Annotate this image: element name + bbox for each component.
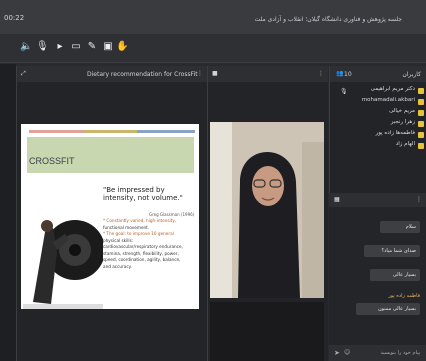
user-icon: [418, 143, 424, 149]
user-name: الهام زاد: [395, 141, 415, 147]
user-name: mohamadali.akbari: [361, 97, 415, 103]
user-item[interactable]: 🎙 دکتر مریم ابراهیمی: [334, 86, 425, 97]
users-count: 10: [344, 71, 352, 78]
speaker-icon[interactable]: 🔈: [20, 41, 32, 53]
webcam-video: [210, 122, 324, 298]
chat-message: بسیار عالی: [370, 269, 420, 281]
slide-body-line: and accuracy.: [103, 263, 132, 269]
user-item[interactable]: فاطمه‌ها زاده پور: [334, 130, 425, 141]
screen-share-icon[interactable]: ▭: [70, 41, 82, 53]
user-name: دکتر مریم ابراهیمی: [370, 86, 415, 92]
chat-header: ▦ ⋮: [329, 193, 426, 207]
video-empty-area: [210, 302, 324, 361]
mic-icon: 🎙: [340, 88, 348, 95]
send-icon[interactable]: ➤: [334, 349, 340, 357]
chat-icon: ▦: [334, 196, 340, 203]
chat-panel: ▦ ⋮ سلام صدای شما میاد؟ بسیار عالی فاطمه…: [329, 193, 426, 361]
left-edge: [0, 64, 16, 361]
users-count-icon: 👥: [336, 70, 344, 77]
chat-more-icon[interactable]: ⋮: [416, 196, 422, 203]
video-more-icon[interactable]: ⋮: [318, 70, 324, 77]
video-expand-icon[interactable]: ■: [212, 70, 218, 77]
video-header: ■ ⋮: [208, 66, 328, 82]
presentation-title: Dietary recommendation for CrossFit: [87, 71, 198, 78]
user-icon: [418, 88, 424, 94]
expand-icon[interactable]: ⤢: [21, 70, 26, 78]
users-title: کاربران: [402, 71, 421, 78]
chat-input[interactable]: پیام خود را بنویسید: [381, 350, 420, 356]
slide-body: * Constantly varied, high-intensity, fun…: [103, 218, 193, 270]
user-list: 🎙 دکتر مریم ابراهیمی mohamadali.akbari م…: [334, 86, 425, 152]
slide-quote-author: Greg Glassman (1996): [149, 212, 195, 217]
user-name: مریم خیالی: [389, 108, 415, 114]
presentation-header: ⤢ Dietary recommendation for CrossFit ⋮: [17, 66, 207, 82]
microphone-icon[interactable]: 🎙: [36, 41, 49, 53]
slide-body-line: speed, coordination, agility, balance,: [103, 257, 181, 262]
chat-message: بسیار عالی ممنون: [356, 303, 420, 315]
user-item[interactable]: مریم خیالی: [334, 108, 425, 119]
emoji-icon[interactable]: ☺: [344, 349, 350, 356]
camera-icon[interactable]: ▸: [54, 41, 66, 53]
user-icon: [418, 132, 424, 138]
chat-message: صدای شما میاد؟: [364, 245, 420, 257]
user-item[interactable]: الهام زاد: [334, 141, 425, 152]
clock-label: 00:22: [4, 14, 25, 22]
meeting-title: جلسه پژوهش و فناوری دانشگاه گیلان؛ انقلا…: [254, 16, 402, 23]
tire-flip-image: [23, 220, 103, 309]
presentation-panel: ⤢ Dietary recommendation for CrossFit ⋮ …: [16, 66, 207, 361]
more-icon[interactable]: ⋮: [197, 70, 203, 77]
slide-title-band: [27, 137, 194, 173]
users-header: 👥 10 کاربران: [330, 66, 426, 82]
slide: CROSSFIT "Be impressed by intensity, not…: [21, 124, 199, 309]
user-icon: [418, 121, 424, 127]
slide-body-line: cardiovascular/respiratory endurance,: [103, 244, 183, 249]
slide-quote: "Be impressed by intensity, not volume.": [103, 186, 183, 202]
toolbar: 🔈 🎙 ▸ ▭ ✎ ▣ ✋: [0, 34, 426, 63]
chat-sender: فاطمه زاده پور: [388, 293, 420, 299]
whiteboard-icon[interactable]: ▣: [102, 41, 114, 53]
user-icon: [418, 99, 424, 105]
raise-hand-icon[interactable]: ✋: [116, 41, 128, 53]
user-name: فاطمه‌ها زاده پور: [375, 130, 415, 136]
chat-input-bar: ➤ ☺ پیام خود را بنویسید: [329, 345, 426, 361]
chat-message: سلام: [380, 221, 420, 233]
user-name: زهرا رنجبر: [390, 119, 415, 125]
user-item[interactable]: mohamadali.akbari: [334, 97, 425, 108]
video-panel: ■ ⋮: [207, 66, 328, 361]
user-item[interactable]: زهرا رنجبر: [334, 119, 425, 130]
slide-stripe: [137, 130, 195, 133]
slide-heading: CROSSFIT: [29, 156, 75, 166]
presenter-image: [210, 122, 324, 298]
pen-icon[interactable]: ✎: [86, 41, 98, 53]
title-bar: 00:22 جلسه پژوهش و فناوری دانشگاه گیلان؛…: [0, 0, 426, 34]
user-icon: [418, 110, 424, 116]
